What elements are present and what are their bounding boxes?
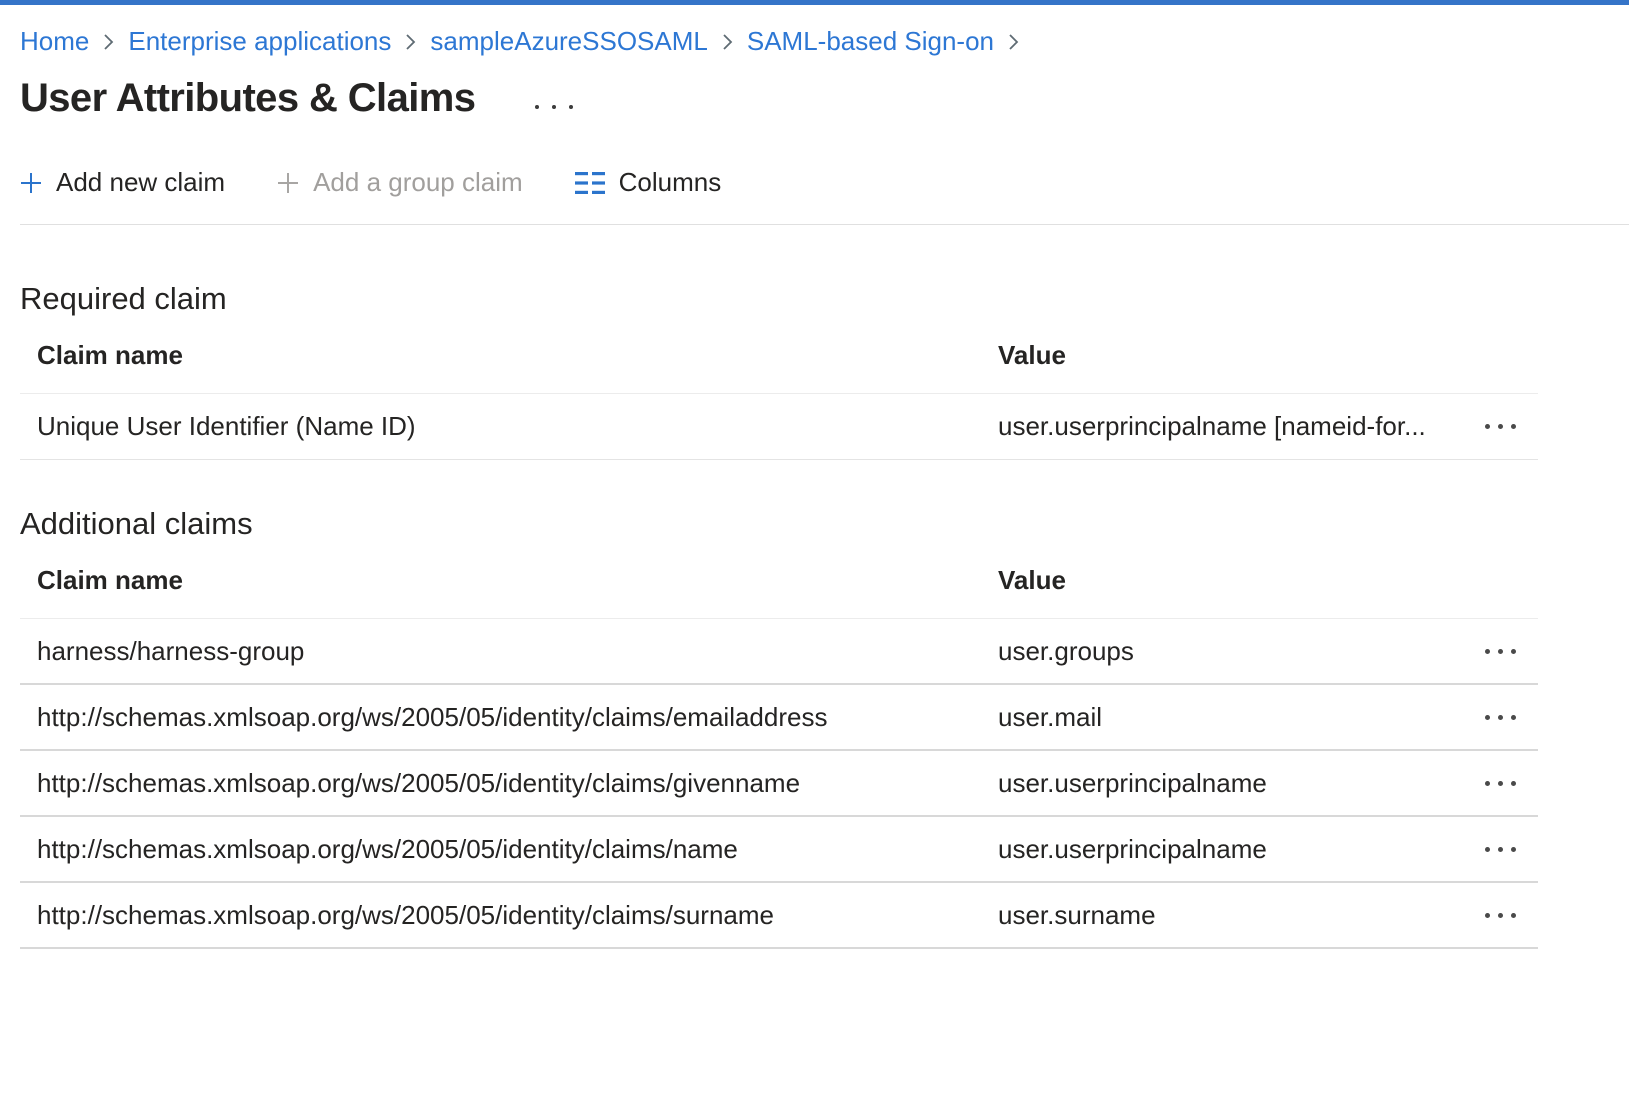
column-header-claim-name: Claim name (37, 565, 998, 596)
ellipsis-dot-icon (1498, 913, 1503, 918)
ellipsis-dot-icon (1498, 649, 1503, 654)
columns-icon (575, 170, 605, 196)
claim-value-cell: user.userprincipalname (998, 768, 1448, 799)
ellipsis-dot-icon (1511, 913, 1516, 918)
row-context-menu-button[interactable] (1479, 912, 1538, 919)
ellipsis-dot-icon (1498, 424, 1503, 429)
ellipsis-dot-icon (1485, 847, 1490, 852)
ellipsis-dot-icon (1511, 424, 1516, 429)
claim-name-cell: http://schemas.xmlsoap.org/ws/2005/05/id… (37, 768, 998, 799)
additional-claims-section: Additional claims Claim name Value harne… (20, 506, 1629, 949)
page-more-menu-button[interactable] (531, 101, 577, 113)
claim-name-cell: http://schemas.xmlsoap.org/ws/2005/05/id… (37, 702, 998, 733)
table-row[interactable]: http://schemas.xmlsoap.org/ws/2005/05/id… (20, 685, 1538, 751)
breadcrumb: Home Enterprise applications sampleAzure… (20, 24, 1629, 58)
row-context-menu-button[interactable] (1479, 780, 1538, 787)
table-row[interactable]: Unique User Identifier (Name ID) user.us… (20, 394, 1538, 460)
table-row[interactable]: harness/harness-group user.groups (20, 619, 1538, 685)
add-new-claim-label: Add new claim (56, 167, 225, 198)
title-row: User Attributes & Claims (20, 76, 1629, 121)
column-header-value: Value (998, 340, 1448, 371)
additional-claims-table: Claim name Value harness/harness-group u… (20, 542, 1538, 949)
breadcrumb-home[interactable]: Home (20, 24, 89, 58)
chevron-right-icon (102, 32, 115, 52)
ellipsis-dot-icon (1511, 715, 1516, 720)
chevron-right-icon (721, 32, 734, 52)
row-context-menu-button[interactable] (1479, 714, 1538, 721)
command-toolbar: Add new claim Add a group claim Columns (20, 167, 1629, 225)
add-new-claim-button[interactable]: Add new claim (20, 167, 225, 198)
breadcrumb-sample-app[interactable]: sampleAzureSSOSAML (430, 24, 707, 58)
claim-value-cell: user.surname (998, 900, 1448, 931)
plus-icon (20, 172, 42, 194)
ellipsis-dot-icon (1511, 649, 1516, 654)
chevron-right-icon (1007, 32, 1020, 52)
column-header-claim-name: Claim name (37, 340, 998, 371)
row-context-menu-button[interactable] (1479, 423, 1538, 430)
columns-label: Columns (619, 167, 722, 198)
ellipsis-dot-icon (1498, 847, 1503, 852)
plus-icon (277, 172, 299, 194)
claim-value-cell: user.userprincipalname [nameid-for... (998, 411, 1448, 442)
page-content: Home Enterprise applications sampleAzure… (0, 24, 1629, 949)
ellipsis-dot-icon (552, 105, 556, 109)
ellipsis-dot-icon (1485, 649, 1490, 654)
ellipsis-dot-icon (1485, 715, 1490, 720)
claim-name-cell: http://schemas.xmlsoap.org/ws/2005/05/id… (37, 900, 998, 931)
ellipsis-dot-icon (569, 105, 573, 109)
breadcrumb-saml-sign-on[interactable]: SAML-based Sign-on (747, 24, 994, 58)
ellipsis-dot-icon (1485, 781, 1490, 786)
ellipsis-dot-icon (1511, 781, 1516, 786)
ellipsis-dot-icon (1498, 715, 1503, 720)
required-claim-section: Required claim Claim name Value Unique U… (20, 281, 1629, 460)
claim-value-cell: user.groups (998, 636, 1448, 667)
ellipsis-dot-icon (1485, 424, 1490, 429)
required-claim-heading: Required claim (20, 281, 1629, 317)
table-row[interactable]: http://schemas.xmlsoap.org/ws/2005/05/id… (20, 817, 1538, 883)
ellipsis-dot-icon (1485, 913, 1490, 918)
ellipsis-dot-icon (1511, 847, 1516, 852)
column-header-value: Value (998, 565, 1448, 596)
ellipsis-dot-icon (1498, 781, 1503, 786)
table-row[interactable]: http://schemas.xmlsoap.org/ws/2005/05/id… (20, 883, 1538, 949)
table-row[interactable]: http://schemas.xmlsoap.org/ws/2005/05/id… (20, 751, 1538, 817)
add-group-claim-button[interactable]: Add a group claim (277, 167, 523, 198)
page-title: User Attributes & Claims (20, 76, 475, 121)
ellipsis-dot-icon (535, 105, 539, 109)
claim-name-cell: Unique User Identifier (Name ID) (37, 411, 998, 442)
claim-name-cell: http://schemas.xmlsoap.org/ws/2005/05/id… (37, 834, 998, 865)
table-header-row: Claim name Value (20, 317, 1538, 394)
add-group-claim-label: Add a group claim (313, 167, 523, 198)
columns-button[interactable]: Columns (575, 167, 722, 198)
required-claim-table: Claim name Value Unique User Identifier … (20, 317, 1538, 460)
claim-value-cell: user.mail (998, 702, 1448, 733)
claim-name-cell: harness/harness-group (37, 636, 998, 667)
top-accent-bar (0, 0, 1629, 5)
table-header-row: Claim name Value (20, 542, 1538, 619)
chevron-right-icon (404, 32, 417, 52)
additional-claims-heading: Additional claims (20, 506, 1629, 542)
row-context-menu-button[interactable] (1479, 648, 1538, 655)
row-context-menu-button[interactable] (1479, 846, 1538, 853)
claim-value-cell: user.userprincipalname (998, 834, 1448, 865)
breadcrumb-enterprise-applications[interactable]: Enterprise applications (128, 24, 391, 58)
